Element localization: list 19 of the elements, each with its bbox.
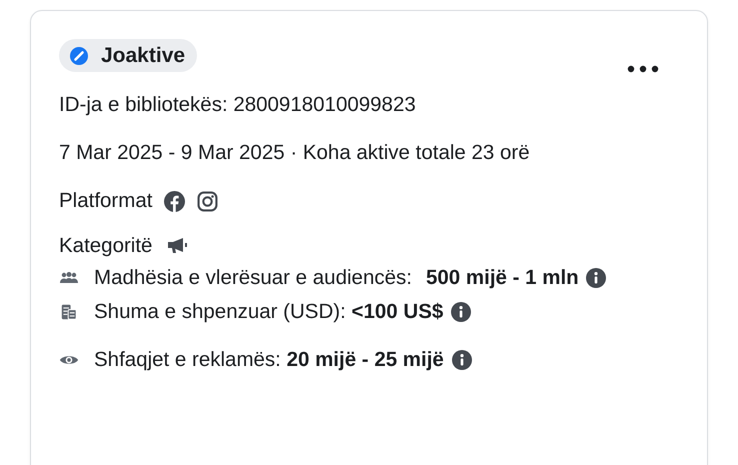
metric-text: Shuma e shpenzuar (USD): <100 US$: [94, 299, 444, 325]
metric-text: Shfaqjet e reklamës: 20 mijë - 25 mijë: [94, 347, 444, 373]
library-id: ID-ja e bibliotekës: 2800918010099823: [59, 92, 417, 118]
status-icon: [69, 46, 89, 66]
info-icon[interactable]: [452, 350, 472, 370]
metric-label: Madhësia e vlerësuar e audiencës:: [94, 265, 413, 291]
date-range: 7 Mar 2025 - 9 Mar 2025 · Koha aktive totale 23 orë: [59, 140, 531, 166]
info-icon[interactable]: [451, 302, 472, 322]
metric-value: 500 mijë - 1 mln: [426, 265, 580, 291]
people-icon: [59, 270, 79, 286]
categories-label: Kategoritë: [59, 233, 152, 259]
info-icon[interactable]: [586, 268, 606, 288]
status-label: Joaktive: [101, 44, 186, 68]
platforms-label: Platformat: [59, 188, 152, 214]
money-icon: [59, 304, 79, 320]
instagram-icon: [197, 190, 218, 212]
facebook-icon: [164, 190, 186, 212]
megaphone-icon: [166, 237, 188, 255]
more-options-button[interactable]: [627, 65, 659, 73]
